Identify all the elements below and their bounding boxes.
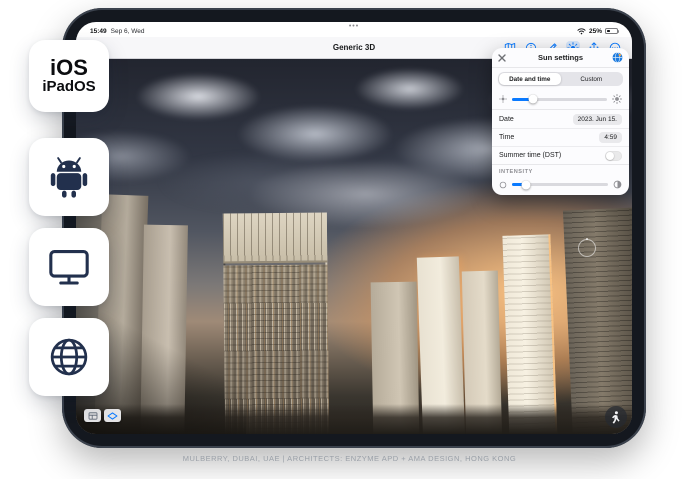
- dst-label: Summer time (DST): [499, 152, 561, 159]
- platform-card-desktop: [29, 228, 109, 306]
- status-bar: 15:49 Sep 6, Wed ••• 25%: [76, 22, 632, 37]
- intensity-section-label: INTENSITY: [492, 164, 629, 176]
- sun-settings-tabs: Date and time Custom: [498, 72, 623, 86]
- time-slider-knob[interactable]: [528, 95, 537, 104]
- battery-icon: [605, 28, 618, 35]
- sun-high-icon: [612, 94, 622, 104]
- platform-card-web: [29, 318, 109, 396]
- project-caption: MULBERRY, DUBAI, UAE | ARCHITECTS: ENZYM…: [0, 454, 699, 463]
- multitask-dots-icon: •••: [76, 23, 632, 30]
- time-picker[interactable]: 4:59: [599, 132, 622, 143]
- time-slider-row: [492, 90, 629, 110]
- tab-date-and-time[interactable]: Date and time: [499, 73, 561, 85]
- sun-settings-panel: Sun settings Date and time Custom: [492, 48, 629, 195]
- sun-globe-icon[interactable]: [611, 52, 623, 63]
- building: [563, 208, 632, 434]
- time-row: Time 4:59: [492, 128, 629, 146]
- ipad-frame: 15:49 Sep 6, Wed ••• 25%: [62, 8, 646, 448]
- panel-title: Sun settings: [510, 53, 611, 62]
- screen: 15:49 Sep 6, Wed ••• 25%: [76, 22, 632, 434]
- intensity-slider-knob[interactable]: [522, 180, 531, 189]
- view-3d-button[interactable]: [104, 409, 121, 422]
- globe-icon: [47, 335, 91, 379]
- dst-row: Summer time (DST): [492, 146, 629, 164]
- date-label: Date: [499, 116, 514, 123]
- walk-mode-button[interactable]: [605, 406, 627, 428]
- desktop-icon: [47, 247, 91, 287]
- intensity-slider[interactable]: [512, 183, 608, 186]
- intensity-min-icon: [499, 181, 507, 189]
- panel-header: Sun settings: [492, 48, 629, 68]
- time-label: Time: [499, 134, 514, 141]
- date-picker[interactable]: 2023. Jun 15.: [573, 114, 622, 125]
- ios-label: iOS: [50, 56, 88, 79]
- dst-toggle[interactable]: [605, 151, 622, 161]
- tab-custom[interactable]: Custom: [561, 73, 623, 85]
- platform-card-android: [29, 138, 109, 216]
- intensity-slider-row: [492, 176, 629, 195]
- android-icon: [48, 154, 90, 200]
- sun-low-icon: [499, 95, 507, 103]
- compass-indicator[interactable]: [578, 239, 596, 257]
- sheet-view-button[interactable]: [84, 409, 101, 422]
- viewport-buttons: [84, 409, 121, 422]
- close-icon[interactable]: [498, 54, 510, 62]
- ipados-label: iPadOS: [42, 79, 95, 96]
- intensity-max-icon: [613, 180, 622, 189]
- date-row: Date 2023. Jun 15.: [492, 110, 629, 128]
- platform-card-ios: iOS iPadOS: [29, 40, 109, 112]
- time-slider[interactable]: [512, 98, 607, 101]
